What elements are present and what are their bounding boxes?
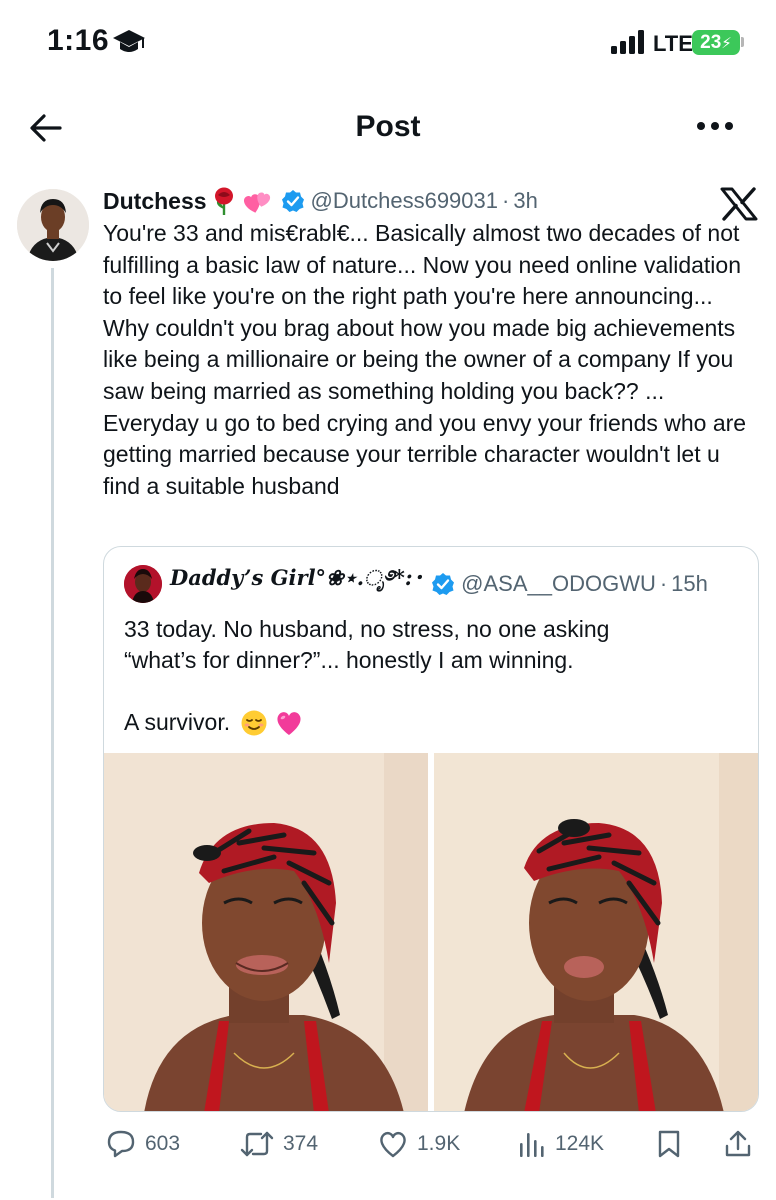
views-count: 124K — [555, 1132, 605, 1155]
share-button[interactable] — [723, 1124, 761, 1164]
quoted-post-timeago: 15h — [671, 571, 708, 596]
views-button[interactable]: 124K — [517, 1124, 604, 1164]
quoted-text-line: A survivor. — [124, 709, 231, 735]
quoted-author-display-name[interactable]: Daddy’s Girl°❀⋆.ೃ࿔*:･ — [170, 555, 423, 614]
quoted-verified-badge-icon — [432, 573, 455, 595]
charging-bolt-icon: ⚡ — [721, 35, 732, 52]
pink-heart-emoji-icon — [277, 711, 301, 735]
post-text: You're 33 and mis€rabl€... Basically alm… — [103, 220, 747, 499]
quoted-post-media — [104, 753, 758, 1111]
x-logo-icon — [720, 187, 758, 221]
status-bar: 1:16 LTE 23⚡ — [0, 0, 776, 88]
post-author-row: Dutchess @Dutchess699031 · 3h — [103, 183, 538, 219]
quoted-author-avatar[interactable] — [124, 565, 162, 603]
battery-indicator: 23⚡ — [692, 30, 740, 55]
quoted-text-line: 33 today. No husband, no stress, no one … — [124, 616, 610, 642]
rose-emoji-icon — [214, 187, 233, 215]
like-button[interactable]: 1.9K — [377, 1124, 460, 1164]
share-icon — [725, 1130, 751, 1157]
reply-button[interactable]: 603 — [105, 1124, 180, 1164]
quoted-post-card[interactable]: Daddy’s Girl°❀⋆.ೃ࿔*:･ @ASA__ODOGWU · 15h… — [103, 546, 759, 1112]
bookmark-button[interactable] — [655, 1124, 691, 1164]
status-time: 1:16 — [47, 24, 110, 57]
author-avatar[interactable] — [17, 189, 89, 261]
battery-nub — [741, 37, 744, 47]
page-title: Post — [355, 110, 421, 143]
author-handle[interactable]: @Dutchess699031 — [311, 188, 498, 214]
repost-button[interactable]: 374 — [239, 1124, 318, 1164]
reply-count: 603 — [145, 1132, 181, 1155]
author-display-name[interactable]: Dutchess — [103, 188, 207, 215]
repost-count: 374 — [283, 1132, 319, 1155]
meta-separator: · — [502, 188, 510, 213]
like-count: 1.9K — [417, 1132, 461, 1155]
quoted-post-text: 33 today. No husband, no stress, no one … — [124, 614, 744, 738]
graduation-cap-icon — [113, 30, 145, 52]
heart-icon — [380, 1131, 406, 1158]
selfie-photo-2[interactable] — [434, 753, 758, 1111]
views-chart-icon — [520, 1133, 544, 1157]
quoted-author-avatar-photo — [124, 565, 162, 603]
selfie-photo-1[interactable] — [104, 753, 428, 1111]
post-action-bar: 603 374 1.9K 124K — [103, 1124, 763, 1164]
reply-icon — [107, 1130, 135, 1158]
quoted-meta-separator: · — [659, 571, 668, 596]
thread-line — [51, 268, 54, 1198]
relieved-face-emoji-icon — [241, 710, 267, 735]
author-avatar-photo — [17, 189, 89, 261]
quoted-post-author-row: Daddy’s Girl°❀⋆.ೃ࿔*:･ @ASA__ODOGWU · 15h — [124, 565, 708, 603]
cellular-signal-icon — [611, 30, 644, 54]
quoted-author-handle[interactable]: @ASA__ODOGWU — [461, 571, 656, 597]
post-timeago[interactable]: 3h — [513, 188, 537, 214]
bookmark-icon — [658, 1130, 680, 1158]
heart-with-ribbon-emoji-icon — [243, 192, 270, 213]
more-options-icon[interactable] — [695, 118, 735, 134]
battery-level: 23 — [700, 32, 722, 53]
repost-icon — [240, 1131, 274, 1157]
verified-badge-icon — [281, 190, 304, 212]
network-type: LTE — [653, 31, 693, 56]
quoted-text-line: “what’s for dinner?”... honestly I am wi… — [124, 647, 574, 673]
